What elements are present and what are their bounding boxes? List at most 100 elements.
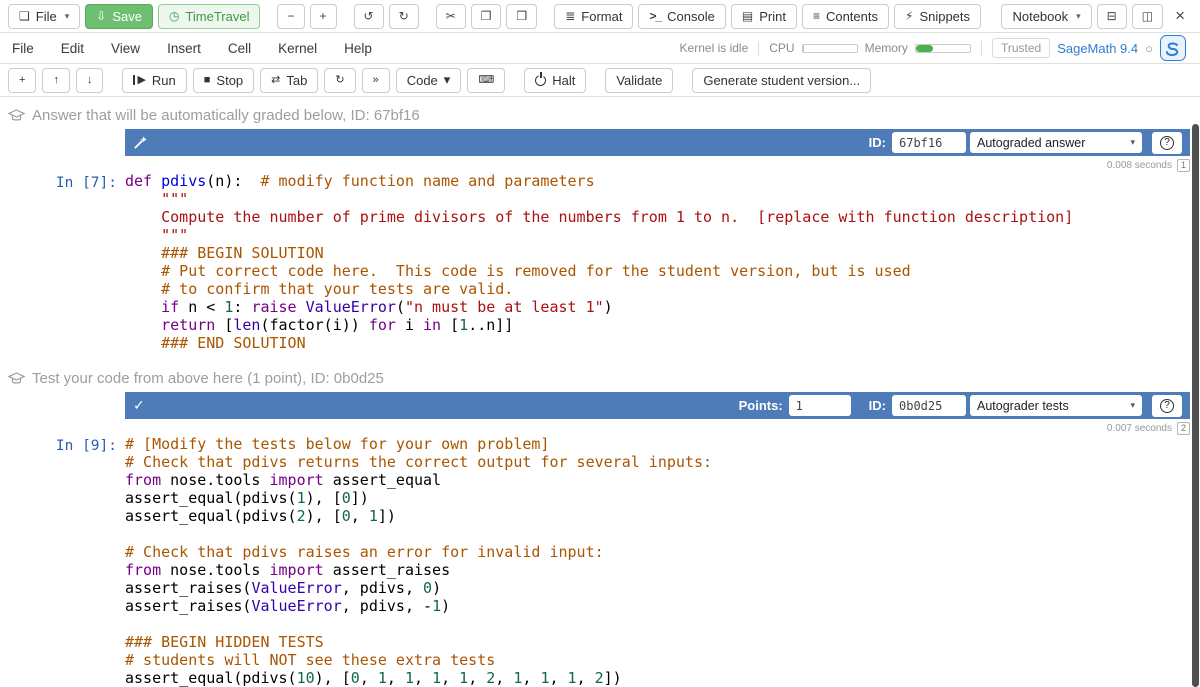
undo-button[interactable]: ↺ [354, 4, 384, 29]
generate-label: Generate student version... [703, 73, 860, 88]
split-vertical-button[interactable]: ◫ [1132, 4, 1163, 29]
file-menu-button[interactable]: ❏ File ▾ [8, 4, 80, 29]
redo-button[interactable]: ↻ [389, 4, 419, 29]
run-all-button[interactable]: » [362, 68, 390, 93]
console-label: Console [667, 9, 715, 24]
input-prompt: In [9]: [0, 438, 117, 454]
cut-icon: ✂ [446, 10, 456, 22]
magic-wand-icon [133, 135, 148, 150]
print-button[interactable]: ▤ Print [731, 4, 797, 29]
terminal-icon: >_ [649, 10, 661, 22]
lightning-icon: ⚡ [905, 10, 913, 22]
undo-icon: ↺ [364, 10, 374, 22]
menu-view[interactable]: View [111, 41, 140, 56]
kernel-name-link[interactable]: SageMath 9.4 [1057, 41, 1138, 56]
close-button[interactable]: × [1168, 4, 1192, 29]
cpu-meter [802, 44, 858, 53]
snippets-label: Snippets [919, 9, 970, 24]
validate-button[interactable]: Validate [605, 68, 673, 93]
nbgrader-help-button[interactable]: ? [1152, 395, 1182, 417]
id-label: ID: [869, 135, 886, 150]
tab-label: Tab [286, 73, 307, 88]
nbgrader-help-button[interactable]: ? [1152, 132, 1182, 154]
tab-complete-button[interactable]: ⇄ Tab [260, 68, 318, 93]
format-button[interactable]: ≣ Format [554, 4, 633, 29]
question-icon: ? [1160, 399, 1174, 413]
memory-meter-fill [916, 45, 933, 52]
chevron-down-icon: ▾ [444, 72, 451, 88]
copy-button[interactable]: ❐ [471, 4, 502, 29]
keyboard-icon: ⌨ [478, 75, 494, 86]
menu-edit[interactable]: Edit [61, 41, 84, 56]
points-input[interactable] [789, 395, 851, 416]
increase-font-button[interactable]: + [310, 4, 337, 29]
keyboard-shortcuts-button[interactable]: ⌨ [467, 68, 505, 93]
graduation-cap-icon [8, 372, 25, 385]
points-label: Points: [739, 398, 783, 413]
paste-button[interactable]: ❒ [506, 4, 537, 29]
arrow-up-icon: ↑ [53, 75, 59, 86]
run-label: Run [152, 73, 176, 88]
move-cell-up-button[interactable]: ↑ [42, 68, 70, 93]
menu-insert[interactable]: Insert [167, 41, 201, 56]
code-editor[interactable]: # [Modify the tests below for your own p… [125, 435, 1190, 687]
insert-cell-button[interactable]: + [8, 68, 36, 93]
arrow-down-icon: ↓ [87, 75, 93, 86]
sagemath-logo-icon [1160, 35, 1186, 61]
cut-button[interactable]: ✂ [436, 4, 466, 29]
save-button[interactable]: ⇩ Save [85, 4, 153, 29]
contents-label: Contents [826, 9, 878, 24]
file-icon: ❏ [19, 10, 30, 22]
menu-file[interactable]: File [12, 41, 34, 56]
save-label: Save [112, 9, 142, 24]
chevron-down-icon: ▾ [1130, 137, 1135, 148]
clock-icon: ◷ [169, 10, 179, 22]
close-icon: × [1175, 6, 1185, 26]
contents-button[interactable]: ≡ Contents [802, 4, 889, 29]
chevron-down-icon: ▾ [65, 11, 70, 22]
run-cell-button[interactable]: ▶ Run [122, 68, 186, 93]
input-prompt: In [7]: [0, 175, 117, 191]
nbgrader-cell-type-select[interactable]: Autograded answer ▾ [970, 132, 1142, 153]
console-button[interactable]: >_ Console [638, 4, 725, 29]
save-icon: ⇩ [96, 10, 106, 22]
split-horizontal-icon: ⊟ [1107, 10, 1117, 22]
cell-id-input[interactable] [892, 395, 966, 416]
restart-icon: ↻ [335, 75, 344, 86]
nbgrader-cell-type-select[interactable]: Autograder tests ▾ [970, 395, 1142, 416]
chevron-down-icon: ▾ [1076, 11, 1081, 22]
notebook-menu-button[interactable]: Notebook ▾ [1001, 4, 1091, 29]
timetravel-label: TimeTravel [185, 9, 249, 24]
printer-icon: ▤ [742, 10, 753, 22]
stop-icon: ■ [204, 75, 211, 86]
chevron-down-icon: ▾ [1130, 400, 1135, 411]
code-editor[interactable]: def pdivs(n): # modify function name and… [125, 172, 1190, 352]
stop-button[interactable]: ■ Stop [193, 68, 254, 93]
decrease-font-button[interactable]: − [277, 4, 304, 29]
menu-cell[interactable]: Cell [228, 41, 251, 56]
restart-kernel-button[interactable]: ↻ [324, 68, 355, 93]
timetravel-button[interactable]: ◷ TimeTravel [158, 4, 261, 29]
run-icon: ▶ [133, 75, 145, 86]
cell-type-dropdown[interactable]: Code ▾ [396, 68, 462, 93]
code-cell: In [7]: ID: Autograded answer ▾ ? [0, 129, 1190, 352]
plus-icon: + [320, 10, 327, 22]
move-cell-down-button[interactable]: ↓ [76, 68, 104, 93]
menu-kernel[interactable]: Kernel [278, 41, 317, 56]
format-label: Format [581, 9, 622, 24]
menu-help[interactable]: Help [344, 41, 372, 56]
vertical-scrollbar[interactable] [1192, 124, 1199, 687]
cell-id-input[interactable] [892, 132, 966, 153]
snippets-button[interactable]: ⚡ Snippets [894, 4, 981, 29]
top-toolbar: ❏ File ▾ ⇩ Save ◷ TimeTravel − + ↺ ↻ ✂ ❐… [0, 0, 1200, 33]
menu-list: File Edit View Insert Cell Kernel Help [12, 41, 372, 56]
nbgrader-cell-header: ✓ Points: ID: Autograder tests ▾ ? [125, 392, 1190, 419]
fast-forward-icon: » [373, 75, 379, 86]
redo-icon: ↻ [399, 10, 409, 22]
split-horizontal-button[interactable]: ⊟ [1097, 4, 1127, 29]
halt-button[interactable]: Halt [524, 68, 586, 93]
cell-main: ✓ Points: ID: Autograder tests ▾ ? 0.007… [125, 392, 1190, 687]
trusted-badge: Trusted [992, 38, 1050, 58]
separator [758, 41, 759, 56]
generate-student-version-button[interactable]: Generate student version... [692, 68, 871, 93]
